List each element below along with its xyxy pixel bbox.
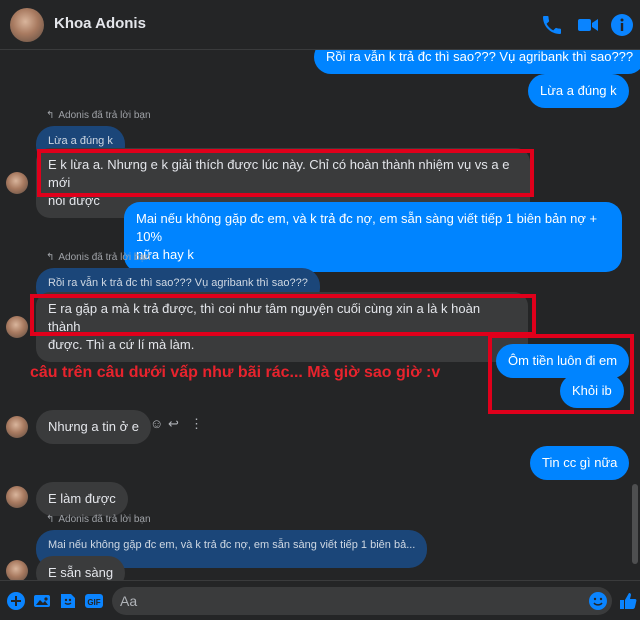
reply-label: Adonis đã trả lời bạn <box>58 514 151 525</box>
scrollbar-thumb[interactable] <box>632 484 638 564</box>
message-composer <box>112 587 612 615</box>
info-icon[interactable] <box>610 13 634 37</box>
sender-avatar[interactable] <box>6 416 28 438</box>
reply-label: Adonis đã trả lời bạn <box>58 252 151 263</box>
reply-indicator: ↰ Adonis đã trả lời bạn <box>46 514 151 525</box>
scrollbar[interactable] <box>632 54 638 574</box>
highlight-box <box>37 149 534 197</box>
svg-text:GIF: GIF <box>87 598 100 607</box>
sender-avatar[interactable] <box>6 560 28 580</box>
plus-icon[interactable] <box>6 591 26 611</box>
emoji-icon[interactable] <box>588 591 608 611</box>
contact-avatar[interactable] <box>10 8 44 42</box>
reply-label: Adonis đã trả lời bạn <box>58 110 151 121</box>
sender-avatar[interactable] <box>6 172 28 194</box>
message-outgoing[interactable]: Tin cc gì nữa <box>530 446 630 480</box>
highlight-box <box>30 294 536 336</box>
gif-icon[interactable]: GIF <box>84 591 104 611</box>
sender-avatar[interactable] <box>6 316 28 338</box>
message-outgoing[interactable]: Lừa a đúng k <box>528 74 629 108</box>
message-incoming[interactable]: E sẵn sàng <box>36 556 126 580</box>
react-icon[interactable]: ☺ <box>150 416 163 431</box>
message-outgoing[interactable]: Mai nếu không gặp đc em, và k trả đc nợ,… <box>124 202 622 272</box>
video-icon[interactable] <box>576 13 600 37</box>
message-line: được. Thì a cứ lí mà làm. <box>48 337 195 352</box>
reply-arrow-icon: ↰ <box>46 110 55 121</box>
phone-icon[interactable] <box>540 13 564 37</box>
reply-arrow-icon: ↰ <box>46 252 55 263</box>
more-icon[interactable]: ⋮ <box>190 416 203 432</box>
message-incoming[interactable]: E làm được <box>36 482 128 516</box>
message-incoming[interactable]: Nhưng a tin ở e <box>36 410 151 444</box>
chat-header: Khoa Adonis <box>0 0 640 50</box>
reply-indicator: ↰ Adonis đã trả lời bạn <box>46 252 151 263</box>
highlight-box <box>488 334 634 414</box>
sticker-icon[interactable] <box>58 591 78 611</box>
annotation-text: câu trên câu dưới vấp như bãi rác... Mà … <box>30 364 441 381</box>
contact-name[interactable]: Khoa Adonis <box>54 15 146 32</box>
message-line: Mai nếu không gặp đc em, và k trả đc nợ,… <box>136 211 598 244</box>
sender-avatar[interactable] <box>6 486 28 508</box>
message-input[interactable] <box>112 587 582 615</box>
message-outgoing[interactable]: Rồi ra vẫn k trả đc thì sao??? Vụ agriba… <box>314 50 640 74</box>
reply-indicator: ↰ Adonis đã trả lời bạn <box>46 110 151 121</box>
message-list: Rồi ra vẫn k trả đc thì sao??? Vụ agriba… <box>0 50 640 580</box>
message-actions: ☺ ↩ ⋮ <box>150 416 204 436</box>
reply-arrow-icon: ↰ <box>46 514 55 525</box>
reply-icon[interactable]: ↩ <box>168 416 179 432</box>
composer-bar: GIF <box>0 580 640 620</box>
image-icon[interactable] <box>32 591 52 611</box>
like-icon[interactable] <box>618 591 638 611</box>
